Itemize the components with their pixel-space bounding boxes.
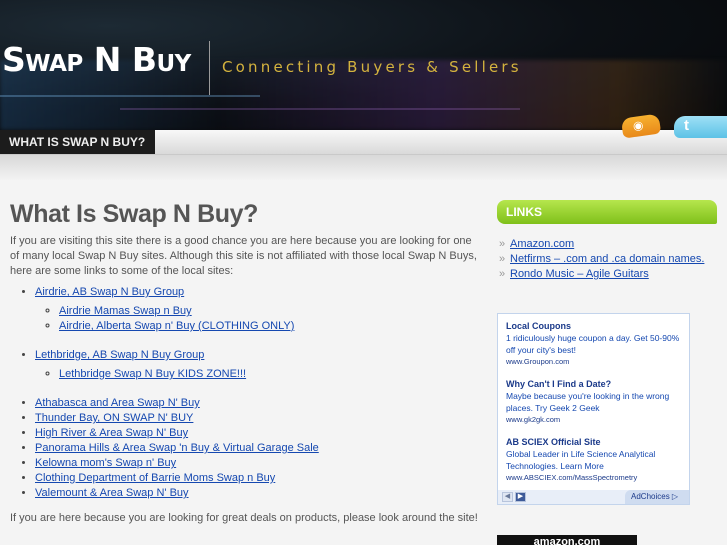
header-divider xyxy=(209,41,210,95)
links-heading: LINKS xyxy=(497,200,717,224)
site-header: Swap N Buy Connecting Buyers & Sellers xyxy=(0,0,727,130)
list-item: Clothing Department of Barrie Moms Swap … xyxy=(35,471,480,486)
site-link[interactable]: Clothing Department of Barrie Moms Swap … xyxy=(35,472,275,484)
list-item: Lethbridge, AB Swap N Buy Group Lethbrid… xyxy=(35,348,480,382)
group-link[interactable]: Airdrie, AB Swap N Buy Group xyxy=(35,286,184,298)
local-sites-list: Airdrie, AB Swap N Buy Group Airdrie Mam… xyxy=(35,285,480,501)
ad-description: Maybe because you're looking in the wron… xyxy=(506,391,670,413)
sub-link[interactable]: Airdrie, Alberta Swap n' Buy (CLOTHING O… xyxy=(59,320,294,332)
site-link[interactable]: High River & Area Swap N' Buy xyxy=(35,427,188,439)
site-link[interactable]: Thunder Bay, ON SWAP N' BUY xyxy=(35,412,193,424)
list-item: Kelowna mom's Swap n' Buy xyxy=(35,456,480,471)
ad-title[interactable]: Local Coupons xyxy=(506,320,688,332)
ad-unit: Local Coupons 1 ridiculously huge coupon… xyxy=(497,313,690,505)
list-item: Rondo Music – Agile Guitars xyxy=(497,267,717,281)
ad-url[interactable]: www.ABSCIEX.com/MassSpectrometry xyxy=(506,472,688,483)
twitter-icon[interactable]: t xyxy=(674,116,727,138)
ad-item[interactable]: Why Can't I Find a Date? Maybe because y… xyxy=(506,378,688,425)
list-item: Airdrie, AB Swap N Buy Group Airdrie Mam… xyxy=(35,285,480,334)
ad-item[interactable]: AB SCIEX Official Site Global Leader in … xyxy=(506,436,688,483)
list-item: High River & Area Swap N' Buy xyxy=(35,426,480,441)
list-item: Thunder Bay, ON SWAP N' BUY xyxy=(35,411,480,426)
site-link[interactable]: Valemount & Area Swap N' Buy xyxy=(35,487,189,499)
ad-description: Global Leader in Life Science Analytical… xyxy=(506,449,656,471)
ad-next-icon[interactable]: ▶ xyxy=(515,492,526,502)
list-item: Valemount & Area Swap N' Buy xyxy=(35,486,480,501)
site-logo[interactable]: Swap N Buy xyxy=(2,40,191,79)
list-item: Athabasca and Area Swap N' Buy xyxy=(35,396,480,411)
ad-description: 1 ridiculously huge coupon a day. Get 50… xyxy=(506,333,680,355)
sub-link[interactable]: Lethbridge Swap N Buy KIDS ZONE!!! xyxy=(59,368,246,380)
ad-title[interactable]: Why Can't I Find a Date? xyxy=(506,378,688,390)
main-content: What Is Swap N Buy? If you are visiting … xyxy=(10,198,480,524)
nav-tab-what-is[interactable]: WHAT IS SWAP N BUY? xyxy=(0,130,156,154)
outro-paragraph: If you are here because you are looking … xyxy=(10,512,478,524)
ad-url[interactable]: www.Groupon.com xyxy=(506,356,688,367)
header-light-streak xyxy=(0,95,260,97)
sidebar-link[interactable]: Rondo Music – Agile Guitars xyxy=(510,268,649,280)
ad-title[interactable]: AB SCIEX Official Site xyxy=(506,436,688,448)
list-item: Panorama Hills & Area Swap 'n Buy & Virt… xyxy=(35,441,480,456)
ad-footer: ◀ ▶ AdChoices ▷ xyxy=(498,490,689,504)
nav-shadow xyxy=(0,155,727,181)
ad-item[interactable]: Local Coupons 1 ridiculously huge coupon… xyxy=(506,320,688,367)
ad-url[interactable]: www.gk2gk.com xyxy=(506,414,688,425)
header-light-streak xyxy=(120,108,520,110)
sidebar-link[interactable]: Netfirms – .com and .ca domain names. xyxy=(510,253,704,265)
sub-link[interactable]: Airdrie Mamas Swap n Buy xyxy=(59,305,192,317)
group-link[interactable]: Lethbridge, AB Swap N Buy Group xyxy=(35,349,204,361)
list-item: Lethbridge Swap N Buy KIDS ZONE!!! xyxy=(59,367,480,382)
site-link[interactable]: Athabasca and Area Swap N' Buy xyxy=(35,397,200,409)
page-title: What Is Swap N Buy? xyxy=(10,200,258,228)
list-item: Netfirms – .com and .ca domain names. xyxy=(497,252,717,266)
site-link[interactable]: Panorama Hills & Area Swap 'n Buy & Virt… xyxy=(35,442,319,454)
sidebar-links: Amazon.com Netfirms – .com and .ca domai… xyxy=(497,237,717,281)
list-item: Amazon.com xyxy=(497,237,717,251)
list-item: Airdrie, Alberta Swap n' Buy (CLOTHING O… xyxy=(59,319,480,334)
list-item: Airdrie Mamas Swap n Buy xyxy=(59,304,480,319)
amazon-banner[interactable]: amazon.com xyxy=(497,535,637,545)
intro-paragraph: If you are visiting this site there is a… xyxy=(10,235,477,277)
ad-prev-icon[interactable]: ◀ xyxy=(502,492,513,502)
sidebar-link[interactable]: Amazon.com xyxy=(510,238,574,250)
site-link[interactable]: Kelowna mom's Swap n' Buy xyxy=(35,457,176,469)
ad-choices[interactable]: AdChoices ▷ xyxy=(625,490,689,504)
site-tagline: Connecting Buyers & Sellers xyxy=(222,58,522,76)
